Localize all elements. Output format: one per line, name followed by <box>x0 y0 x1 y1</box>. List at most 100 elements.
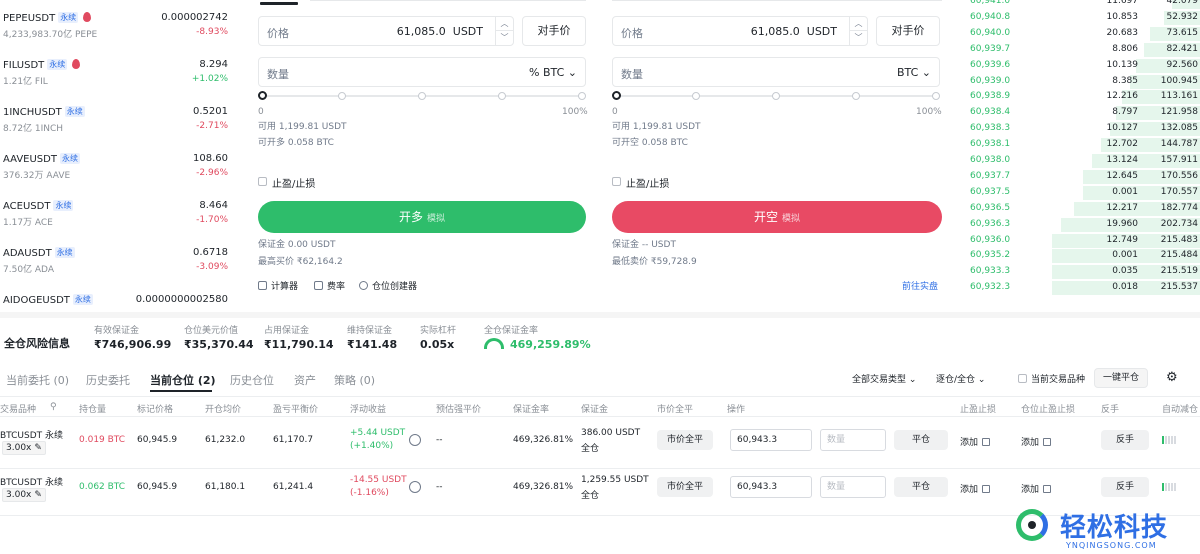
orderbook-row[interactable]: 60,932.3 0.018 215.537 <box>962 280 1200 296</box>
market-row[interactable]: ADAUSDT 永续 7.50亿 ADA 0.6718 -3.09% <box>0 247 236 293</box>
tab-positions[interactable]: 当前仓位 (2) <box>150 372 216 388</box>
orderbook-row[interactable]: 60,939.7 8.806 82.421 <box>962 42 1200 58</box>
market-row[interactable]: FILUSDT 永续 1.21亿 FIL 8.294 +1.02% <box>0 59 236 105</box>
market-close-button[interactable]: 市价全平 <box>657 430 713 450</box>
add-position-tpsl-button[interactable]: 添加 <box>1021 482 1052 495</box>
position-value-value: ₹35,370.44 <box>184 338 254 351</box>
chevron-down-icon[interactable]: ﹀ <box>850 31 867 45</box>
price-stepper[interactable]: ︿ ﹀ <box>849 17 867 45</box>
reverse-button[interactable]: 反手 <box>1101 477 1149 497</box>
tab-strategies[interactable]: 策略 (0) <box>334 372 375 388</box>
active-tab-underline <box>150 390 212 392</box>
long-counterparty-price-button[interactable]: 对手价 <box>522 16 586 46</box>
slider-handle[interactable] <box>258 91 267 100</box>
unrealized-pnl-pct: (+1.40%) <box>350 441 394 451</box>
long-max-open: 可开多 0.058 BTC <box>258 138 334 148</box>
short-unit-select[interactable]: BTC ⌄ <box>897 66 931 79</box>
share-icon[interactable] <box>409 434 421 446</box>
mark-price: 60,945.9 <box>137 482 178 492</box>
tab-open-orders[interactable]: 当前委托 (0) <box>6 372 69 388</box>
settings-sliders-icon[interactable]: ⚙ <box>1166 370 1178 385</box>
close-qty-input[interactable]: 数量 <box>820 476 886 498</box>
position-builder-button[interactable]: 仓位创建器 <box>359 279 417 292</box>
add-tpsl-button[interactable]: 添加 <box>960 435 991 448</box>
orderbook-row[interactable]: 60,939.6 10.139 92.560 <box>962 58 1200 74</box>
entry-price: 61,232.0 <box>205 435 246 445</box>
long-qty-input[interactable]: 数量 % BTC ⌄ <box>258 57 586 87</box>
close-price-input[interactable]: 60,943.3 <box>730 476 812 498</box>
orderbook-row[interactable]: 60,933.3 0.035 215.519 <box>962 264 1200 280</box>
market-row[interactable]: ACEUSDT 永续 1.17万 ACE 8.464 -1.70% <box>0 200 236 246</box>
leverage-value: 3.00x <box>6 490 32 500</box>
edit-icon[interactable]: ✎ <box>34 443 42 453</box>
calculator-button[interactable]: 计算器 <box>258 279 298 292</box>
chevron-up-icon[interactable]: ︿ <box>850 17 867 31</box>
add-position-tpsl-button[interactable]: 添加 <box>1021 435 1052 448</box>
maintenance-margin-label: 维持保证金 <box>347 326 393 336</box>
leverage-badge[interactable]: 3.00x ✎ <box>2 441 46 455</box>
long-price-input[interactable]: 价格 61,085.0 USDT ︿ ﹀ <box>258 16 514 46</box>
orderbook-row[interactable]: 60,937.5 0.001 170.557 <box>962 185 1200 201</box>
risk-title: 全仓风险信息 <box>4 337 70 350</box>
market-close-button[interactable]: 市价全平 <box>657 477 713 497</box>
orderbook-row[interactable]: 60,937.7 12.645 170.556 <box>962 169 1200 185</box>
orderbook-row[interactable]: 60,940.0 20.683 73.615 <box>962 26 1200 42</box>
orderbook-row[interactable]: 60,935.2 0.001 215.484 <box>962 248 1200 264</box>
reverse-button[interactable]: 反手 <box>1101 430 1149 450</box>
orderbook-price: 60,938.0 <box>970 155 1011 165</box>
orderbook-row[interactable]: 60,938.3 10.127 132.085 <box>962 121 1200 137</box>
close-price-input[interactable]: 60,943.3 <box>730 429 812 451</box>
orderbook-row[interactable]: 60,940.8 10.853 52.932 <box>962 10 1200 26</box>
chevron-up-icon[interactable]: ︿ <box>496 17 513 31</box>
orderbook-row[interactable]: 60,938.1 12.702 144.787 <box>962 137 1200 153</box>
orderbook-row[interactable]: 60,941.0 11.697 42.079 <box>962 0 1200 10</box>
go-live-link[interactable]: 前往实盘 <box>902 279 938 292</box>
orderbook-row[interactable]: 60,938.9 12.216 113.161 <box>962 89 1200 105</box>
orderbook-row[interactable]: 60,938.0 13.124 157.911 <box>962 153 1200 169</box>
pin-icon[interactable]: ⚲ <box>50 402 57 412</box>
short-tpsl-checkbox[interactable] <box>612 177 621 186</box>
open-short-button[interactable]: 开空 模拟 <box>612 201 942 233</box>
market-row[interactable]: AIDOGEUSDT 永续 0.0000000002580 <box>0 294 236 312</box>
long-tpsl-checkbox[interactable] <box>258 177 267 186</box>
current-symbol-checkbox[interactable] <box>1018 374 1027 383</box>
add-tpsl-button[interactable]: 添加 <box>960 482 991 495</box>
trade-type-filter[interactable]: 全部交易类型 ⌄ <box>852 372 916 385</box>
plus-icon <box>982 438 991 446</box>
close-all-button[interactable]: 一键平仓 <box>1094 368 1148 388</box>
chevron-down-icon[interactable]: ﹀ <box>496 31 513 45</box>
slider-handle[interactable] <box>612 91 621 100</box>
orderbook-row[interactable]: 60,936.0 12.749 215.483 <box>962 233 1200 249</box>
tab-order-history[interactable]: 历史委托 <box>86 372 130 388</box>
margin-mode-filter[interactable]: 逐仓/全仓 ⌄ <box>936 372 985 385</box>
market-price: 0.5201 <box>193 106 228 117</box>
market-row[interactable]: PEPEUSDT 永续 4,233,983.70亿 PEPE 0.000002742 -… <box>0 12 236 58</box>
orderbook-qty: 12.217 <box>1106 202 1139 213</box>
orderbook-row[interactable]: 60,936.3 19.960 202.734 <box>962 217 1200 233</box>
price-stepper[interactable]: ︿ ﹀ <box>495 17 513 45</box>
orderbook-row[interactable]: 60,936.5 12.217 182.774 <box>962 201 1200 217</box>
close-button[interactable]: 平仓 <box>894 477 948 497</box>
leverage-badge[interactable]: 3.00x ✎ <box>2 488 46 502</box>
unrealized-pnl-pct: (-1.16%) <box>350 488 389 498</box>
share-icon[interactable] <box>409 481 421 493</box>
open-long-button[interactable]: 开多 模拟 <box>258 201 586 233</box>
orderbook-row[interactable]: 60,939.0 8.385 100.945 <box>962 74 1200 90</box>
tab-assets[interactable]: 资产 <box>294 372 316 388</box>
short-counterparty-price-button[interactable]: 对手价 <box>876 16 940 46</box>
long-qty-slider[interactable] <box>258 90 586 102</box>
short-price-input[interactable]: 价格 61,085.0 USDT ︿ ﹀ <box>612 16 868 46</box>
short-qty-slider[interactable] <box>612 90 940 102</box>
market-row[interactable]: AAVEUSDT 永续 376.32万 AAVE 108.60 -2.96% <box>0 153 236 199</box>
long-unit-select[interactable]: % BTC ⌄ <box>529 66 577 79</box>
short-qty-input[interactable]: 数量 BTC ⌄ <box>612 57 940 87</box>
position-size: 0.062 BTC <box>79 482 126 492</box>
orderbook-row[interactable]: 60,938.4 8.797 121.958 <box>962 105 1200 121</box>
fee-rate-button[interactable]: 费率 <box>314 279 345 292</box>
edit-icon[interactable]: ✎ <box>34 490 42 500</box>
market-row[interactable]: 1INCHUSDT 永续 8.72亿 1INCH 0.5201 -2.71% <box>0 106 236 152</box>
close-qty-input[interactable]: 数量 <box>820 429 886 451</box>
calculator-label: 计算器 <box>271 282 299 292</box>
tab-position-history[interactable]: 历史仓位 <box>230 372 274 388</box>
close-button[interactable]: 平仓 <box>894 430 948 450</box>
